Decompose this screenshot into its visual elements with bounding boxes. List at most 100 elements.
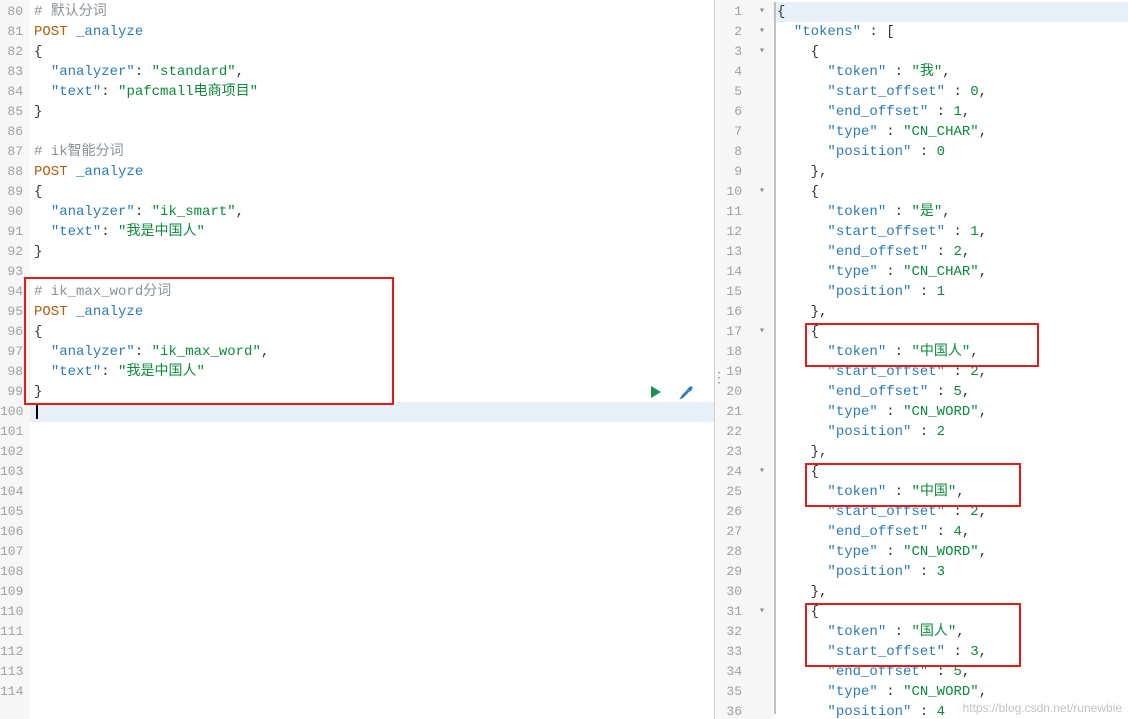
code-line[interactable] (34, 402, 714, 422)
code-line[interactable]: "end_offset" : 1, (777, 102, 1128, 122)
fold-toggle-icon[interactable]: ▾ (756, 462, 768, 482)
fold-toggle-icon[interactable]: ▾ (756, 42, 768, 62)
code-line[interactable]: "end_offset" : 5, (777, 662, 1128, 682)
code-line[interactable] (34, 442, 714, 462)
code-line[interactable]: } (34, 102, 714, 122)
fold-toggle-icon[interactable]: ▾ (756, 182, 768, 202)
code-line[interactable]: "end_offset" : 5, (777, 382, 1128, 402)
code-line[interactable]: "text": "我是中国人" (34, 222, 714, 242)
code-token: 1 (937, 284, 945, 300)
fold-toggle-icon[interactable]: ▾ (756, 322, 768, 342)
left-code-area[interactable]: # 默认分词POST _analyze{ "analyzer": "standa… (30, 0, 714, 719)
code-line[interactable] (34, 682, 714, 702)
code-line[interactable] (34, 462, 714, 482)
code-line[interactable]: "text": "pafcmall电商项目" (34, 82, 714, 102)
code-line[interactable]: "analyzer": "standard", (34, 62, 714, 82)
fold-toggle-icon[interactable]: ▾ (756, 602, 768, 622)
code-line[interactable]: "token" : "是", (777, 202, 1128, 222)
code-token (777, 444, 811, 460)
code-line[interactable]: "token" : "国人", (777, 622, 1128, 642)
code-line[interactable] (34, 522, 714, 542)
code-line[interactable]: }, (777, 442, 1128, 462)
code-line[interactable]: { (777, 42, 1128, 62)
code-line[interactable] (34, 502, 714, 522)
code-line[interactable]: "token" : "我", (777, 62, 1128, 82)
code-line[interactable]: { (777, 602, 1128, 622)
code-token: : (886, 624, 911, 640)
code-line[interactable]: } (34, 382, 714, 402)
code-line[interactable]: "type" : "CN_WORD", (777, 402, 1128, 422)
code-line[interactable]: "type" : "CN_WORD", (777, 542, 1128, 562)
code-line[interactable]: { (777, 462, 1128, 482)
code-line[interactable]: { (777, 322, 1128, 342)
code-line[interactable] (34, 482, 714, 502)
code-line[interactable]: POST _analyze (34, 302, 714, 322)
code-token: , (962, 244, 970, 260)
code-line[interactable]: "position" : 0 (777, 142, 1128, 162)
code-line[interactable]: # 默认分词 (34, 2, 714, 22)
code-line[interactable]: "type" : "CN_CHAR", (777, 122, 1128, 142)
code-line[interactable] (34, 542, 714, 562)
code-line[interactable]: "position" : 1 (777, 282, 1128, 302)
code-line[interactable]: # ik_max_word分词 (34, 282, 714, 302)
run-request-icon[interactable] (646, 382, 666, 402)
code-line[interactable]: POST _analyze (34, 22, 714, 42)
code-line[interactable] (34, 262, 714, 282)
code-line[interactable]: "start_offset" : 1, (777, 222, 1128, 242)
wrench-icon[interactable] (676, 382, 696, 402)
code-line[interactable]: "end_offset" : 4, (777, 522, 1128, 542)
code-line[interactable]: "start_offset" : 2, (777, 502, 1128, 522)
response-viewer-panel[interactable]: 1▾2▾3▾45678910▾11121314151617▾1819202122… (715, 0, 1128, 719)
code-line[interactable]: "text": "我是中国人" (34, 362, 714, 382)
code-line[interactable]: "token" : "中国人", (777, 342, 1128, 362)
code-line[interactable]: "position" : 2 (777, 422, 1128, 442)
code-line[interactable]: "tokens" : [ (777, 22, 1128, 42)
code-line[interactable]: "position" : 3 (777, 562, 1128, 582)
code-line[interactable] (34, 622, 714, 642)
code-line[interactable] (34, 602, 714, 622)
line-number: 114 (0, 682, 29, 702)
code-line[interactable]: { (777, 182, 1128, 202)
code-token (777, 704, 827, 719)
fold-toggle-icon[interactable]: ▾ (756, 22, 768, 42)
code-line[interactable]: "start_offset" : 3, (777, 642, 1128, 662)
code-token: 2 (953, 244, 961, 260)
code-line[interactable]: }, (777, 582, 1128, 602)
code-line[interactable]: "type" : "CN_CHAR", (777, 262, 1128, 282)
code-token: , (979, 124, 987, 140)
code-line[interactable]: # ik智能分词 (34, 142, 714, 162)
code-line[interactable] (34, 422, 714, 442)
code-line[interactable]: { (34, 322, 714, 342)
code-line[interactable]: { (34, 182, 714, 202)
code-line[interactable]: "analyzer": "ik_max_word", (34, 342, 714, 362)
code-line[interactable] (34, 662, 714, 682)
code-line[interactable] (34, 582, 714, 602)
code-line[interactable]: }, (777, 302, 1128, 322)
code-line[interactable]: }, (777, 162, 1128, 182)
code-line[interactable] (34, 562, 714, 582)
code-token: "start_offset" (827, 224, 945, 240)
code-line[interactable]: "token" : "中国", (777, 482, 1128, 502)
code-line[interactable]: "end_offset" : 2, (777, 242, 1128, 262)
line-number: 21 (715, 402, 772, 422)
code-line[interactable]: { (34, 42, 714, 62)
code-token: "start_offset" (827, 84, 945, 100)
code-line[interactable] (34, 642, 714, 662)
code-token: "type" (827, 684, 877, 700)
code-line[interactable]: "start_offset" : 2, (777, 362, 1128, 382)
code-token: "position" (827, 284, 911, 300)
code-token: , (970, 344, 978, 360)
code-line[interactable] (34, 122, 714, 142)
right-code-area[interactable]: { "tokens" : [ { "token" : "我", "start_o… (773, 0, 1128, 719)
code-line[interactable]: "type" : "CN_WORD", (777, 682, 1128, 702)
code-line[interactable]: "start_offset" : 0, (777, 82, 1128, 102)
line-number: 84 (0, 82, 29, 102)
fold-toggle-icon[interactable]: ▾ (756, 2, 768, 22)
request-editor-panel[interactable]: 8081828384858687888990919293949596979899… (0, 0, 715, 719)
code-line[interactable]: } (34, 242, 714, 262)
code-line[interactable]: { (777, 2, 1128, 22)
code-line[interactable]: "analyzer": "ik_smart", (34, 202, 714, 222)
panel-resize-handle[interactable]: ⋮ (712, 370, 724, 387)
code-line[interactable]: POST _analyze (34, 162, 714, 182)
code-token (777, 204, 827, 220)
